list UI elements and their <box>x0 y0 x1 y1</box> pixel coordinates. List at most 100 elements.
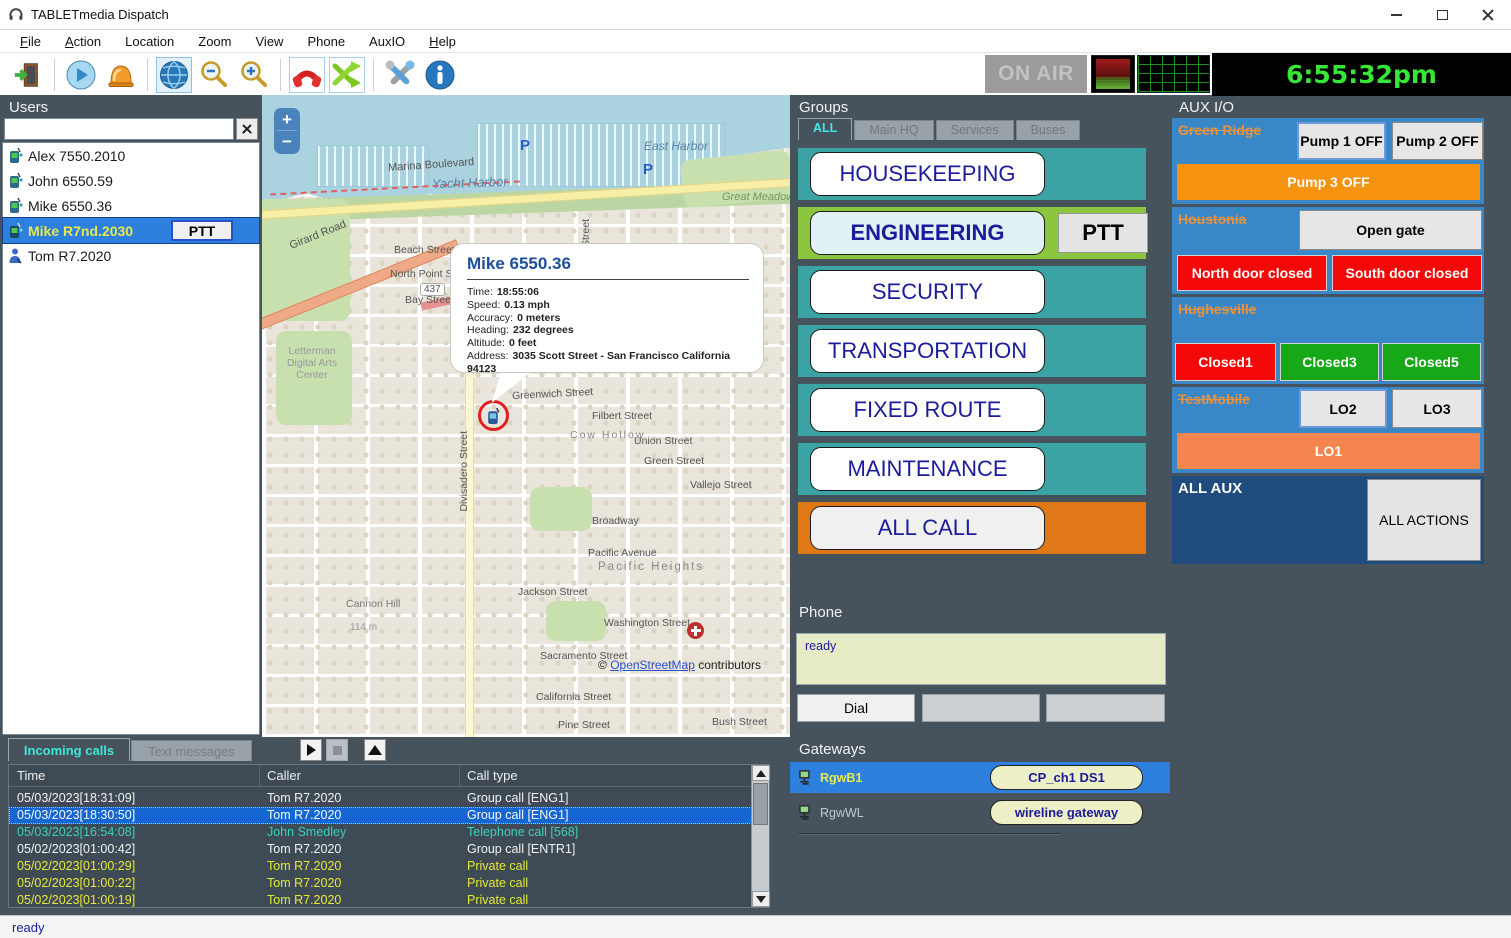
map-parking-marker[interactable]: P <box>520 137 530 154</box>
openstreetmap-link[interactable]: OpenStreetMap <box>610 658 695 672</box>
groups-tab-buses[interactable]: Buses <box>1016 120 1081 140</box>
zoom-in-button[interactable] <box>236 57 272 93</box>
zoom-out-button[interactable] <box>196 57 232 93</box>
call-row[interactable]: 05/02/2023[01:00:42]Tom R7.2020Group cal… <box>9 841 752 858</box>
call-time: 05/03/2023[18:31:09] <box>17 791 135 805</box>
phone-status-display[interactable]: ready <box>796 633 1166 685</box>
phone-call-button[interactable] <box>289 57 325 93</box>
call-row-selected[interactable]: 05/03/2023[18:30:50]Tom R7.2020Group cal… <box>9 807 752 824</box>
map-zoom-in-button[interactable]: + <box>275 109 299 130</box>
aux-button-pump2[interactable]: Pump 2 OFF <box>1392 122 1483 160</box>
column-time[interactable]: Time <box>17 768 45 783</box>
popup-row-value: 18:55:06 <box>497 286 539 298</box>
dial-button[interactable]: Dial <box>797 694 915 722</box>
map-user-marker[interactable] <box>478 400 509 431</box>
gateway-row-rgwwl[interactable]: RgwWL wireline gateway <box>790 797 1170 828</box>
user-row-tom[interactable]: Tom R7.2020 <box>3 243 259 268</box>
aux-button-lo1[interactable]: LO1 <box>1177 433 1480 469</box>
close-button[interactable] <box>1465 0 1511 30</box>
call-row[interactable]: 05/03/2023[18:31:09]Tom R7.2020Group cal… <box>9 790 752 807</box>
group-button-housekeeping[interactable]: HOUSEKEEPING <box>810 152 1045 196</box>
map-view[interactable]: Yacht Harbor East Harbor Great Meadow Ma… <box>262 95 790 737</box>
up-button[interactable] <box>364 739 386 761</box>
aux-button-lo2[interactable]: LO2 <box>1299 389 1387 428</box>
start-button[interactable] <box>63 57 99 93</box>
aux-button-south-door[interactable]: South door closed <box>1332 255 1482 291</box>
user-ptt-button[interactable]: PTT <box>171 220 233 241</box>
phone-blank-button[interactable] <box>1046 694 1165 722</box>
scroll-thumb[interactable] <box>753 783 768 825</box>
info-button[interactable] <box>422 57 458 93</box>
user-row-alex[interactable]: Alex 7550.2010 <box>3 143 259 168</box>
group-button-engineering[interactable]: ENGINEERING <box>810 211 1045 255</box>
call-row[interactable]: 05/02/2023[01:00:29]Tom R7.2020Private c… <box>9 858 752 875</box>
phone-blank-button[interactable] <box>922 694 1040 722</box>
tab-incoming-calls[interactable]: Incoming calls <box>8 738 130 761</box>
menu-action[interactable]: Action <box>53 32 113 51</box>
user-row-mike1[interactable]: Mike 6550.36 <box>3 193 259 218</box>
stop-icon <box>333 746 342 755</box>
column-caller[interactable]: Caller <box>267 768 301 783</box>
menu-file[interactable]: File <box>8 32 53 51</box>
map-street-label: Green Street <box>644 455 704 467</box>
aux-button-closed5[interactable]: Closed5 <box>1382 343 1481 381</box>
aux-button-all-actions[interactable]: ALL ACTIONS <box>1367 479 1481 561</box>
groups-tab-services[interactable]: Services <box>936 120 1014 140</box>
calls-scrollbar[interactable] <box>751 765 769 907</box>
crosspatch-button[interactable] <box>329 57 365 93</box>
call-row[interactable]: 05/03/2023[16:54:08]John SmedleyTelephon… <box>9 824 752 841</box>
groups-tab-all[interactable]: ALL <box>798 118 852 140</box>
aux-button-north-door[interactable]: North door closed <box>1177 255 1327 291</box>
radio-user-icon <box>7 197 23 214</box>
call-row[interactable]: 05/02/2023[01:00:19]Tom R7.2020Private c… <box>9 892 752 909</box>
column-call-type[interactable]: Call type <box>467 768 518 783</box>
map-parking-marker[interactable]: P <box>643 161 653 178</box>
call-row[interactable]: 05/02/2023[01:00:22]Tom R7.2020Private c… <box>9 875 752 892</box>
group-button-all-call[interactable]: ALL CALL <box>810 506 1045 550</box>
menu-view[interactable]: View <box>244 32 296 51</box>
maximize-button[interactable] <box>1419 0 1465 30</box>
aux-button-closed1[interactable]: Closed1 <box>1175 343 1276 381</box>
gateway-button-cp-ch1[interactable]: CP_ch1 DS1 <box>990 765 1143 790</box>
group-ptt-button[interactable]: PTT <box>1058 213 1148 253</box>
user-row-john[interactable]: John 6550.59 <box>3 168 259 193</box>
menu-zoom[interactable]: Zoom <box>186 32 243 51</box>
map-view-button[interactable] <box>156 57 192 93</box>
aux-section-name: ALL AUX <box>1178 480 1242 497</box>
group-button-maintenance[interactable]: MAINTENANCE <box>810 447 1045 491</box>
aux-button-closed3[interactable]: Closed3 <box>1280 343 1379 381</box>
users-search-clear-button[interactable] <box>236 118 258 140</box>
settings-button[interactable] <box>382 57 418 93</box>
globe-icon <box>158 59 190 91</box>
gateway-row-rgwb1[interactable]: RgwB1 CP_ch1 DS1 <box>790 762 1170 793</box>
minimize-button[interactable] <box>1373 0 1419 30</box>
menu-auxio[interactable]: AuxIO <box>357 32 417 51</box>
groups-tab-main-hq[interactable]: Main HQ <box>854 120 933 140</box>
play-button[interactable] <box>300 739 322 761</box>
menu-location[interactable]: Location <box>113 32 186 51</box>
on-air-indicator[interactable]: ON AIR <box>985 55 1087 93</box>
aux-button-open-gate[interactable]: Open gate <box>1299 210 1482 250</box>
aux-button-pump3[interactable]: Pump 3 OFF <box>1177 164 1480 200</box>
aux-button-lo3[interactable]: LO3 <box>1392 389 1482 428</box>
aux-button-pump1[interactable]: Pump 1 OFF <box>1297 122 1386 160</box>
group-button-fixed-route[interactable]: FIXED ROUTE <box>810 388 1045 432</box>
play-icon <box>307 744 316 756</box>
alert-button[interactable] <box>103 57 139 93</box>
attribution-suffix: contributors <box>698 658 761 672</box>
map-plus-marker[interactable] <box>687 622 704 639</box>
group-button-security[interactable]: SECURITY <box>810 270 1045 314</box>
users-search-input[interactable] <box>4 118 234 140</box>
user-row-mike2-selected[interactable]: Mike R7nd.2030 PTT <box>3 218 259 243</box>
gateway-button-wireline[interactable]: wireline gateway <box>990 800 1143 825</box>
menu-help[interactable]: Help <box>417 32 468 51</box>
map-zoom-out-button[interactable]: − <box>275 131 299 152</box>
scroll-down-button[interactable] <box>752 891 770 907</box>
exit-button[interactable] <box>10 57 46 93</box>
aux-section-name: Green Ridge <box>1178 122 1261 138</box>
menu-phone[interactable]: Phone <box>295 32 357 51</box>
group-button-transportation[interactable]: TRANSPORTATION <box>810 329 1045 373</box>
tab-text-messages[interactable]: Text messages <box>131 740 252 761</box>
scroll-up-button[interactable] <box>752 765 770 781</box>
stop-button[interactable] <box>326 739 348 761</box>
